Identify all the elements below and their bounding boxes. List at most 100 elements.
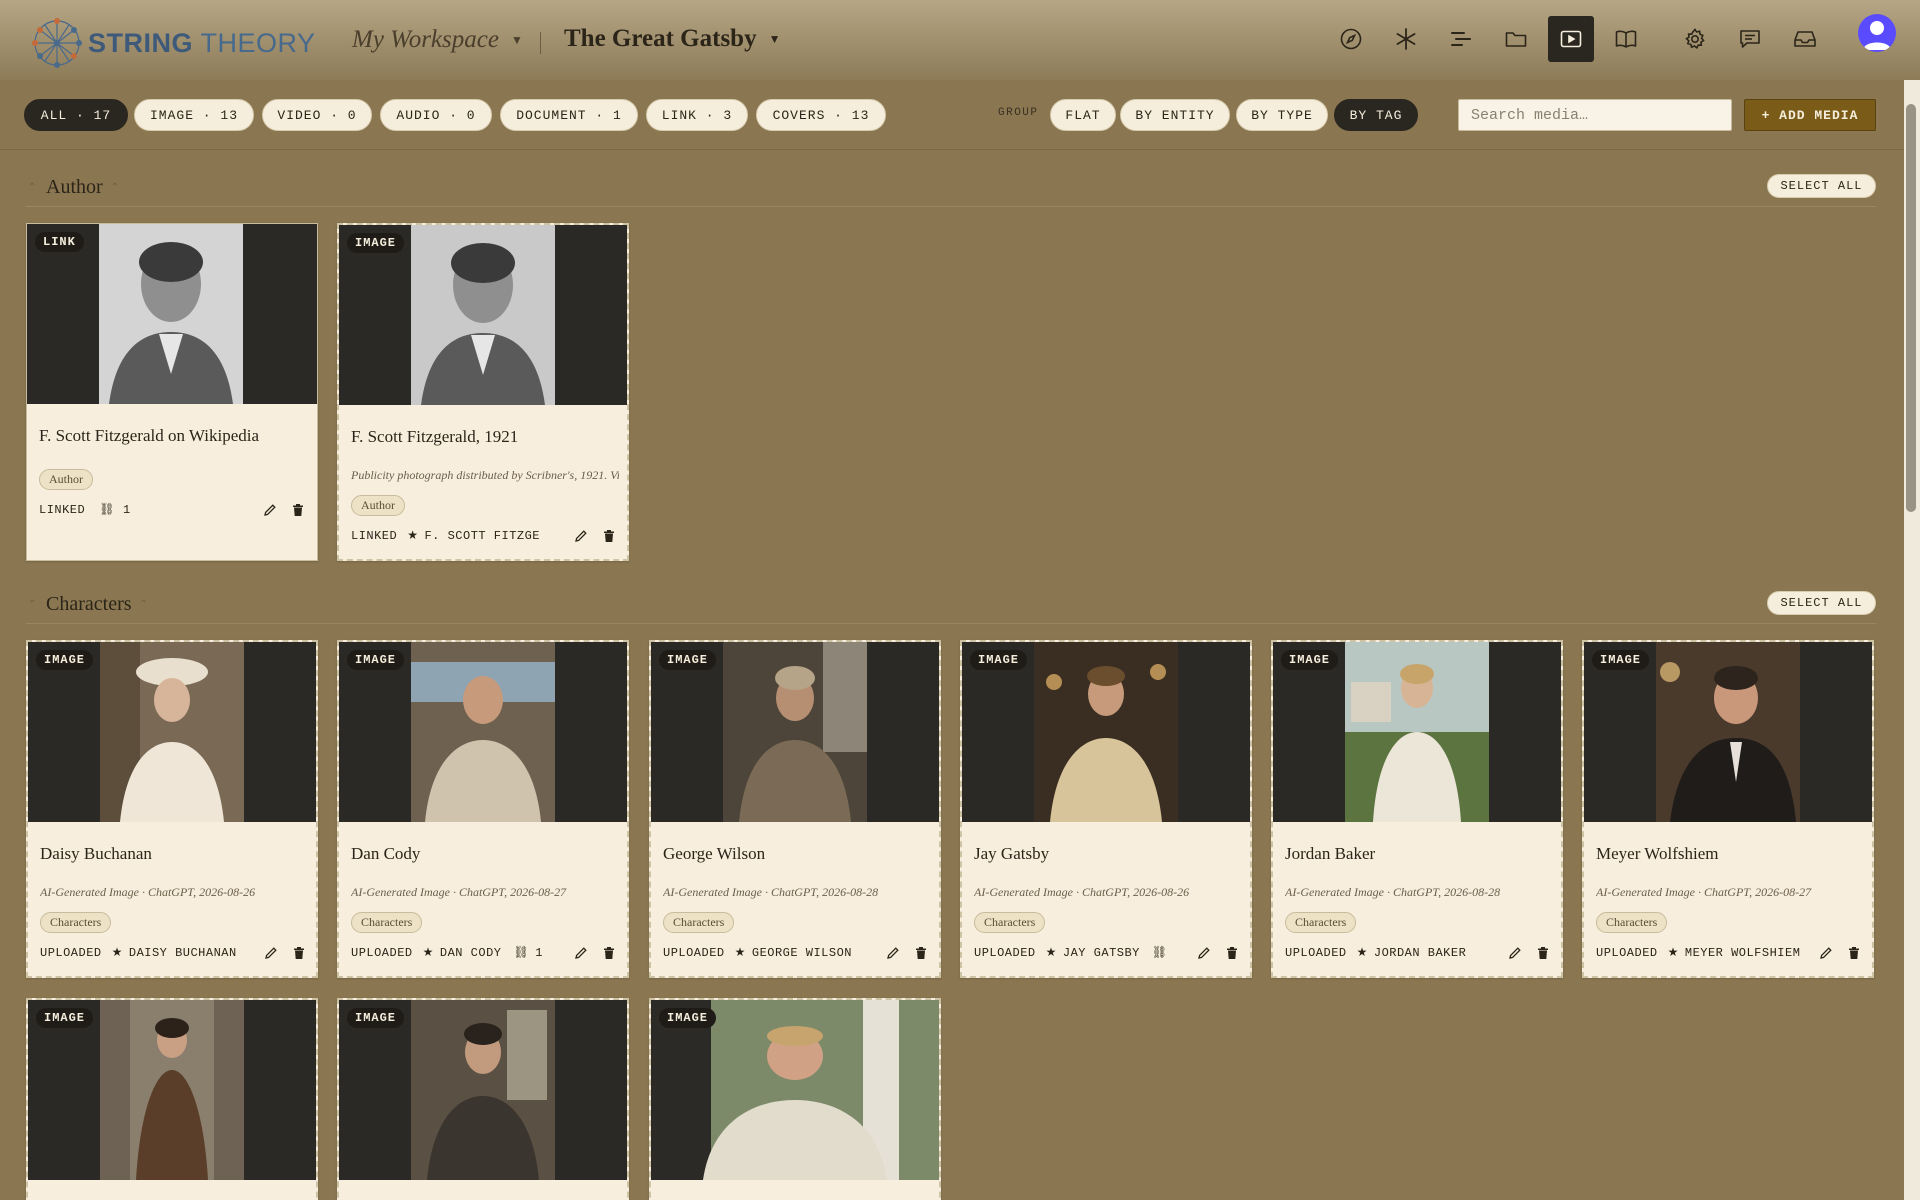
filter-document[interactable]: DOCUMENT · 1 (500, 99, 638, 131)
media-card[interactable]: IMAGE (337, 998, 629, 1200)
filter-audio[interactable]: AUDIO · 0 (380, 99, 492, 131)
tag-chip[interactable]: Characters (1285, 912, 1357, 933)
delete-icon[interactable] (1847, 946, 1861, 960)
media-thumbnail[interactable]: IMAGE (1584, 642, 1872, 822)
delete-icon[interactable] (1536, 946, 1550, 960)
entity-label[interactable]: MEYER WOLFSHIEM (1685, 946, 1801, 960)
section-header-author[interactable]: ⌃ Author ⌃ (26, 172, 1876, 202)
entity-label[interactable]: DAN CODY (440, 946, 502, 960)
group-flat[interactable]: FLAT (1050, 99, 1116, 131)
media-thumbnail[interactable]: IMAGE (28, 1000, 316, 1180)
media-card[interactable]: LINK F. Scott Fitzgerald on Wikipedia Au… (26, 223, 318, 561)
group-by-type[interactable]: BY TYPE (1236, 99, 1328, 131)
edit-icon[interactable] (574, 946, 588, 960)
app-logo[interactable]: STRING THEORY (30, 16, 316, 70)
edit-icon[interactable] (886, 946, 900, 960)
portrait-image (100, 1000, 244, 1180)
tag-chip[interactable]: Characters (351, 912, 423, 933)
add-media-button[interactable]: + ADD MEDIA (1744, 99, 1876, 131)
delete-icon[interactable] (292, 946, 306, 960)
edit-icon[interactable] (264, 946, 278, 960)
collapse-chevron-icon[interactable]: ⌃ (28, 182, 36, 193)
group-by-entity[interactable]: BY ENTITY (1120, 99, 1230, 131)
group-by-tag[interactable]: BY TAG (1334, 99, 1418, 131)
section-header-characters[interactable]: ⌃ Characters ⌃ (26, 589, 1876, 619)
filter-video[interactable]: VIDEO · 0 (262, 99, 372, 131)
media-card[interactable]: IMAGE Dan Cody AI-Generated Image · Chat… (337, 640, 629, 978)
media-card[interactable]: IMAGE (26, 998, 318, 1200)
select-all-button[interactable]: SELECT ALL (1767, 591, 1876, 615)
entity-label[interactable]: JAY GATSBY (1063, 946, 1140, 960)
media-thumbnail[interactable]: IMAGE (28, 642, 316, 822)
media-type-badge: IMAGE (1281, 650, 1339, 670)
filter-link[interactable]: LINK · 3 (646, 99, 748, 131)
media-thumbnail[interactable]: IMAGE (651, 1000, 939, 1180)
entity-label[interactable]: DAISY BUCHANAN (129, 946, 237, 960)
outline-icon[interactable] (1438, 16, 1484, 62)
media-description: AI-Generated Image · ChatGPT, 2026-08-27 (1596, 885, 1812, 899)
delete-icon[interactable] (914, 946, 928, 960)
media-card[interactable]: IMAGE Jay Gatsby AI-Generated Image · Ch… (960, 640, 1252, 978)
media-thumbnail[interactable]: IMAGE (962, 642, 1250, 822)
filter-covers[interactable]: COVERS · 13 (756, 99, 886, 131)
portrait-image (723, 642, 867, 822)
delete-icon[interactable] (602, 529, 616, 543)
scrollbar-thumb[interactable] (1906, 104, 1916, 512)
inbox-icon[interactable] (1782, 16, 1828, 62)
tag-chip[interactable]: Characters (1596, 912, 1668, 933)
app-name: STRING THEORY (88, 28, 316, 59)
status-label: UPLOADED (40, 945, 102, 960)
media-card[interactable]: IMAGE Jordan Baker AI-Generated Image · … (1271, 640, 1563, 978)
delete-icon[interactable] (291, 503, 305, 517)
chat-icon[interactable] (1727, 16, 1773, 62)
edit-icon[interactable] (574, 529, 588, 543)
search-input[interactable] (1458, 99, 1732, 131)
media-footer: UPLOADED ★ JAY GATSBY ⛓ (974, 945, 1168, 961)
user-avatar[interactable] (1858, 14, 1896, 52)
filter-all[interactable]: ALL · 17 (24, 99, 128, 131)
media-thumbnail[interactable]: IMAGE (651, 642, 939, 822)
edit-icon[interactable] (1819, 946, 1833, 960)
workspace-selector[interactable]: My Workspace ▼ (352, 26, 523, 54)
card-actions (1494, 946, 1550, 960)
entity-label[interactable]: F. SCOTT FITZGE (424, 529, 540, 543)
media-card[interactable]: IMAGE Meyer Wolfshiem AI-Generated Image… (1582, 640, 1874, 978)
tag-chip[interactable]: Author (39, 469, 93, 490)
book-icon[interactable] (1603, 16, 1649, 62)
portrait-image (411, 642, 555, 822)
edit-icon[interactable] (1197, 946, 1211, 960)
media-card[interactable]: IMAGE Daisy Buchanan AI-Generated Image … (26, 640, 318, 978)
tag-chip[interactable]: Characters (40, 912, 112, 933)
media-icon[interactable] (1548, 16, 1594, 62)
filter-image[interactable]: IMAGE · 13 (134, 99, 254, 131)
entity-label[interactable]: GEORGE WILSON (752, 946, 852, 960)
collapse-chevron-icon[interactable]: ⌃ (28, 599, 36, 610)
card-actions (250, 946, 306, 960)
header-divider (540, 32, 541, 54)
media-card[interactable]: IMAGE (649, 998, 941, 1200)
tag-chip[interactable]: Characters (663, 912, 735, 933)
delete-icon[interactable] (1225, 946, 1239, 960)
edit-icon[interactable] (1508, 946, 1522, 960)
media-card[interactable]: IMAGE George Wilson AI-Generated Image ·… (649, 640, 941, 978)
gear-icon[interactable] (1672, 16, 1718, 62)
project-selector[interactable]: The Great Gatsby ▼ (564, 25, 780, 53)
media-thumbnail[interactable]: IMAGE (339, 642, 627, 822)
tag-chip[interactable]: Characters (974, 912, 1046, 933)
entity-label[interactable]: JORDAN BAKER (1374, 946, 1466, 960)
media-thumbnail[interactable]: IMAGE (1273, 642, 1561, 822)
status-label: UPLOADED (1285, 945, 1347, 960)
media-type-badge: IMAGE (347, 1008, 405, 1028)
portrait-image (1034, 642, 1178, 822)
delete-icon[interactable] (602, 946, 616, 960)
media-card[interactable]: IMAGE F. Scott Fitzgerald, 1921 Publicit… (337, 223, 629, 561)
media-thumbnail[interactable]: IMAGE (339, 1000, 627, 1180)
folder-icon[interactable] (1493, 16, 1539, 62)
select-all-button[interactable]: SELECT ALL (1767, 174, 1876, 198)
compass-icon[interactable] (1328, 16, 1374, 62)
edit-icon[interactable] (263, 503, 277, 517)
tag-chip[interactable]: Author (351, 495, 405, 516)
media-thumbnail[interactable]: IMAGE (339, 225, 627, 405)
media-thumbnail[interactable]: LINK (27, 224, 317, 404)
asterisk-icon[interactable] (1383, 16, 1429, 62)
